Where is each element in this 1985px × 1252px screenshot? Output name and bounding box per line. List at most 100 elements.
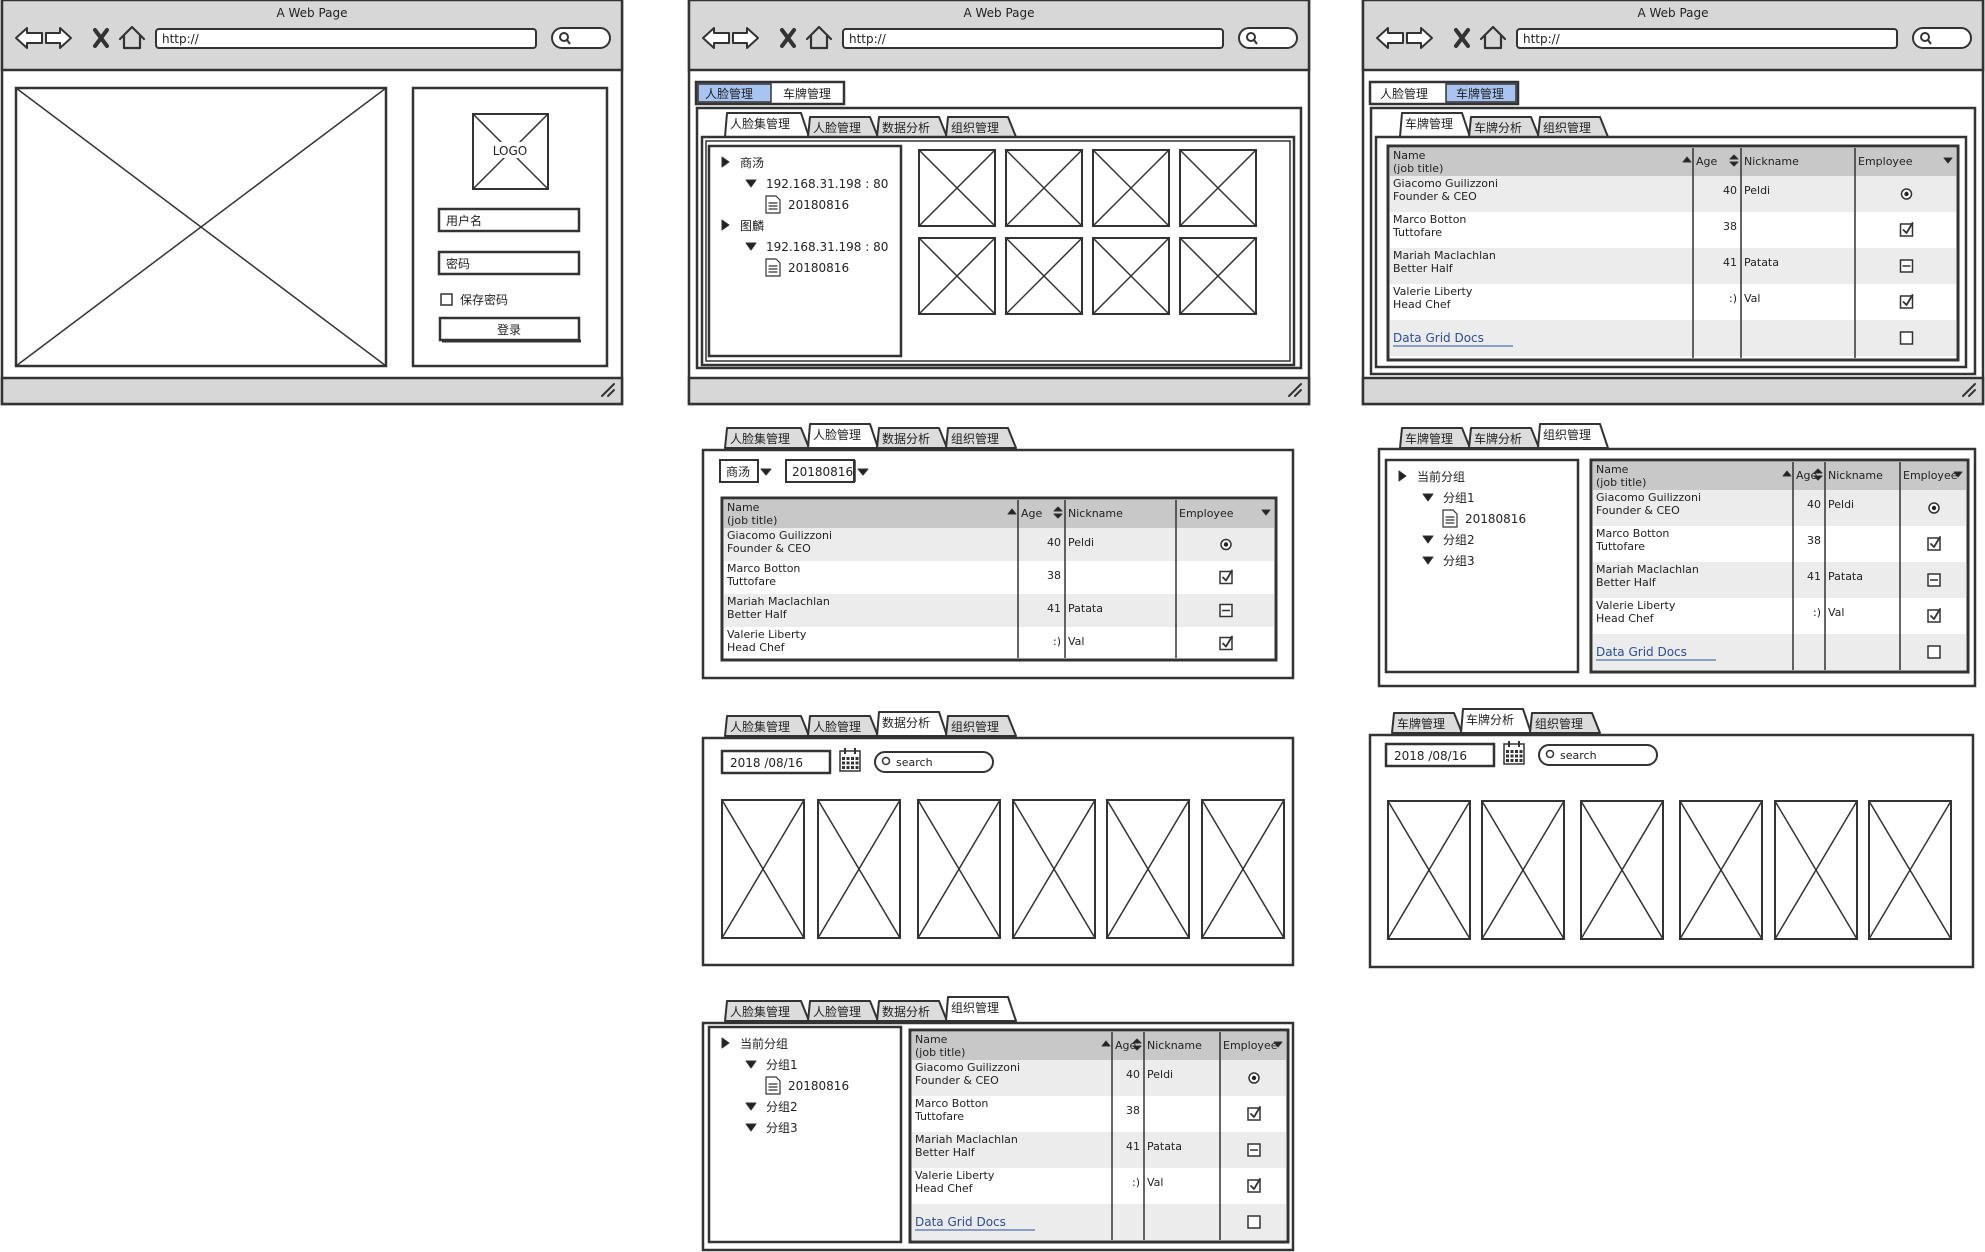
- calendar-cell: [855, 761, 859, 765]
- tab-label: 车牌管理: [1405, 116, 1453, 131]
- url-text: http://: [1523, 32, 1561, 46]
- cell-age: 38: [1126, 1104, 1140, 1117]
- tab-label: 车牌分析: [1466, 712, 1514, 727]
- date-file-select-value: 20180816: [792, 465, 853, 479]
- tab-label: 数据分析: [882, 120, 930, 135]
- cell-age: :): [1053, 635, 1061, 648]
- tab-label: 组织管理: [951, 431, 999, 446]
- face-tree-face-main: 商汤192.168.31.198 : 8020180816图麟192.168.3…: [707, 144, 903, 358]
- cell-age: 41: [1807, 570, 1821, 583]
- tree-node-group: 分组3: [766, 1121, 798, 1135]
- tab-strip-face-org: 人脸集管理 人脸管理 数据分析 组织管理: [724, 996, 1017, 1022]
- tree-panel: [707, 1025, 903, 1244]
- cell-name: Mariah Maclachlan: [1393, 249, 1496, 262]
- search-field[interactable]: [874, 751, 994, 773]
- calendar-cell: [846, 766, 850, 769]
- tab-strip-face-analysis: 人脸集管理 人脸管理 数据分析 组织管理: [724, 711, 1017, 737]
- remember-label: 保存密码: [460, 292, 508, 307]
- col-header-nickname: Nickname: [1068, 507, 1123, 520]
- cell-name: Giacomo Guilizzoni: [727, 529, 832, 542]
- remember-checkbox[interactable]: [440, 293, 453, 306]
- tree-node-group: 分组3: [1443, 554, 1475, 568]
- col-header-employee: Employee: [1223, 1039, 1278, 1052]
- data-grid-docs-link[interactable]: Data Grid Docs: [1393, 331, 1484, 345]
- cell-title: Better Half: [727, 608, 788, 621]
- browser-status-bar: [687, 376, 1311, 406]
- address-bar[interactable]: [1516, 28, 1898, 49]
- tree-node-ip: 192.168.31.198 : 80: [766, 240, 888, 254]
- calendar-cell: [846, 761, 850, 765]
- cell-name: Mariah Maclachlan: [915, 1133, 1018, 1146]
- cell-age: 38: [1807, 534, 1821, 547]
- calendar-cell: [842, 766, 845, 769]
- checkbox-empty[interactable]: [1927, 645, 1941, 659]
- tree-node-group: 分组2: [766, 1100, 798, 1114]
- calendar-cell: [842, 761, 845, 765]
- tree-node-file: 20180816: [1465, 512, 1526, 526]
- radio-dot: [1251, 1075, 1257, 1081]
- tree-node-root: 当前分组: [740, 1036, 788, 1051]
- calendar-cell: [1506, 754, 1509, 758]
- calendar-cell: [855, 757, 859, 760]
- cell-nickname: Val: [1147, 1176, 1163, 1189]
- data-grid-face-people: Name(job title) Age Nickname Employee Giacom…: [720, 496, 1278, 662]
- address-bar[interactable]: [155, 28, 537, 49]
- tab-label: 组织管理: [1543, 427, 1591, 442]
- window-title: A Web Page: [276, 6, 347, 20]
- calendar-cell: [1519, 750, 1523, 753]
- calendar-cell: [855, 766, 859, 769]
- col-header-nickname: Nickname: [1828, 469, 1883, 482]
- tab-label: 组织管理: [1535, 716, 1583, 731]
- cell-nickname: Patata: [1147, 1140, 1182, 1153]
- cell-age: :): [1729, 292, 1737, 305]
- tab-label: 车牌管理: [1405, 431, 1453, 446]
- data-grid-docs-link[interactable]: Data Grid Docs: [915, 1215, 1006, 1229]
- calendar-cell: [1510, 750, 1514, 753]
- calendar-cell: [1519, 759, 1523, 762]
- search-placeholder: search: [896, 756, 933, 769]
- calendar-cell: [1515, 754, 1518, 758]
- cell-name: Giacomo Guilizzoni: [1596, 491, 1701, 504]
- tab-strip-plate-org: 车牌管理 车牌分析 组织管理: [1399, 423, 1609, 449]
- search-field[interactable]: [1538, 744, 1658, 766]
- cell-nickname: Val: [1068, 635, 1084, 648]
- tab-label: 数据分析: [882, 431, 930, 446]
- address-bar[interactable]: [842, 28, 1224, 49]
- checkbox-empty[interactable]: [1899, 331, 1914, 345]
- calendar-cell: [1506, 759, 1509, 762]
- tab-label: 车牌管理: [1397, 716, 1445, 731]
- window-title: A Web Page: [963, 6, 1034, 20]
- tree-node-group: 分组1: [766, 1058, 798, 1072]
- col-header-name-sub: (job title): [1596, 476, 1646, 489]
- cell-age: 40: [1047, 536, 1061, 549]
- cell-name: Valerie Liberty: [1596, 599, 1676, 612]
- cell-title: Founder & CEO: [1596, 504, 1680, 517]
- tree-node-date: 20180816: [788, 261, 849, 275]
- col-header-name: Name: [1596, 463, 1629, 476]
- tree-node-file: 20180816: [788, 1079, 849, 1093]
- tab-label: 组织管理: [951, 719, 999, 734]
- cell-name: Valerie Liberty: [915, 1169, 995, 1182]
- cell-name: Mariah Maclachlan: [1596, 563, 1699, 576]
- data-grid-docs-link[interactable]: Data Grid Docs: [1596, 645, 1687, 659]
- cell-nickname: Patata: [1068, 602, 1103, 615]
- cell-age: 41: [1723, 256, 1737, 269]
- col-header-name-sub: (job title): [1393, 162, 1443, 175]
- cell-name: Marco Botton: [1393, 213, 1466, 226]
- tree-node-date: 20180816: [788, 198, 849, 212]
- cell-nickname: Peldi: [1744, 184, 1770, 197]
- calendar-cell: [851, 766, 854, 769]
- tree-panel: [1384, 458, 1580, 674]
- cell-name: Valerie Liberty: [1393, 285, 1473, 298]
- cell-nickname: Peldi: [1147, 1068, 1173, 1081]
- cell-age: 40: [1807, 498, 1821, 511]
- cell-age: 40: [1126, 1068, 1140, 1081]
- cell-age: :): [1132, 1176, 1140, 1189]
- cell-title: Better Half: [1393, 262, 1454, 275]
- cell-nickname: Patata: [1744, 256, 1779, 269]
- site-select-value: 商汤: [726, 464, 750, 479]
- tab-label: 组织管理: [951, 120, 999, 135]
- checkbox-empty[interactable]: [1247, 1215, 1261, 1229]
- tab-label: 人脸管理: [813, 120, 861, 135]
- calendar-cell: [851, 761, 854, 765]
